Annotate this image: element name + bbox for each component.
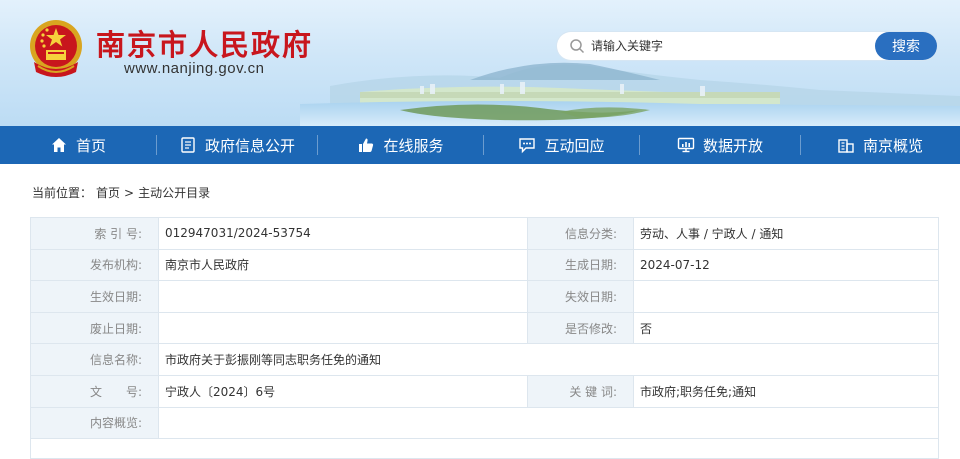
national-emblem-logo xyxy=(30,20,82,77)
table-row: 内容概览: xyxy=(30,406,939,440)
index-number-value: 012947031/2024-53754 xyxy=(158,217,528,250)
repeal-date-label: 废止日期: xyxy=(30,311,159,345)
category-label: 信息分类: xyxy=(527,217,634,250)
nav-item-online-service[interactable]: 在线服务 xyxy=(318,126,483,164)
breadcrumb-current-link[interactable]: 主动公开目录 xyxy=(138,186,210,200)
table-row: 索 引 号: 012947031/2024-53754 信息分类: 劳动、人事 … xyxy=(30,217,939,250)
publisher-value: 南京市人民政府 xyxy=(158,248,528,282)
breadcrumb-separator: > xyxy=(124,186,135,200)
nav-label-nanjing-overview: 南京概览 xyxy=(862,136,923,155)
table-row: 文 号: 宁政人〔2024〕6号 关 键 词: 市政府;职务任免;通知 xyxy=(30,374,939,408)
nav-label-open-data: 数据开放 xyxy=(702,136,763,155)
nav-label-home: 首页 xyxy=(75,136,106,155)
nav-item-nanjing-overview[interactable]: 南京概览 xyxy=(801,126,959,164)
breadcrumb-prefix: 当前位置： xyxy=(32,186,93,200)
category-value: 劳动、人事 / 宁政人 / 通知 xyxy=(633,217,939,250)
nav-item-gov-info[interactable]: 政府信息公开 xyxy=(157,126,317,164)
breadcrumb-home-link[interactable]: 首页 xyxy=(96,186,120,200)
search-input[interactable] xyxy=(591,32,871,60)
monitor-chart-icon xyxy=(677,137,695,153)
keywords-label: 关 键 词: xyxy=(527,374,634,408)
effective-date-label: 生效日期: xyxy=(30,280,159,313)
created-date-value: 2024-07-12 xyxy=(633,248,939,282)
search-box: 搜索 xyxy=(557,32,937,60)
search-icon xyxy=(570,39,585,54)
table-row: 发布机构: 南京市人民政府 生成日期: 2024-07-12 xyxy=(30,248,939,282)
info-name-value: 市政府关于彭振刚等同志职务任免的通知 xyxy=(158,343,939,376)
nav-label-gov-info: 政府信息公开 xyxy=(204,136,295,155)
expiry-date-value xyxy=(633,280,939,313)
document-info-table: 索 引 号: 012947031/2024-53754 信息分类: 劳动、人事 … xyxy=(30,217,939,459)
nav-item-home[interactable]: 首页 xyxy=(0,126,156,164)
index-number-label: 索 引 号: xyxy=(30,217,159,250)
building-icon xyxy=(838,139,854,153)
info-name-label: 信息名称: xyxy=(30,343,159,376)
repeal-date-value xyxy=(158,311,528,345)
document-icon xyxy=(181,137,195,153)
thumbs-up-icon xyxy=(359,138,374,152)
effective-date-value xyxy=(158,280,528,313)
table-row: 信息名称: 市政府关于彭振刚等同志职务任免的通知 xyxy=(30,343,939,376)
home-icon xyxy=(51,138,66,152)
modified-label: 是否修改: xyxy=(527,311,634,345)
nav-label-interaction: 互动回应 xyxy=(544,136,605,155)
document-number-label: 文 号: xyxy=(30,374,159,408)
chat-icon xyxy=(519,138,536,154)
modified-value: 否 xyxy=(633,311,939,345)
table-row: 生效日期: 失效日期: xyxy=(30,280,939,313)
nav-item-open-data[interactable]: 数据开放 xyxy=(640,126,800,164)
main-nav: 首页 政府信息公开 在线服务 互动回应 数据开放 南京概览 xyxy=(0,126,960,164)
site-header: 南京市人民政府 www.nanjing.gov.cn 搜索 xyxy=(0,0,960,126)
site-title: 南京市人民政府 xyxy=(96,28,314,62)
publisher-label: 发布机构: xyxy=(30,248,159,282)
nav-item-interaction[interactable]: 互动回应 xyxy=(484,126,639,164)
summary-value xyxy=(158,406,939,440)
keywords-value: 市政府;职务任免;通知 xyxy=(633,374,939,408)
expiry-date-label: 失效日期: xyxy=(527,280,634,313)
breadcrumb: 当前位置： 首页 > 主动公开目录 xyxy=(32,184,214,201)
table-row: 废止日期: 是否修改: 否 xyxy=(30,311,939,345)
document-number-value: 宁政人〔2024〕6号 xyxy=(158,374,528,408)
summary-label: 内容概览: xyxy=(30,406,159,440)
nav-label-online-service: 在线服务 xyxy=(383,136,444,155)
site-url: www.nanjing.gov.cn xyxy=(124,60,265,77)
search-button[interactable]: 搜索 xyxy=(875,32,937,60)
created-date-label: 生成日期: xyxy=(527,248,634,282)
